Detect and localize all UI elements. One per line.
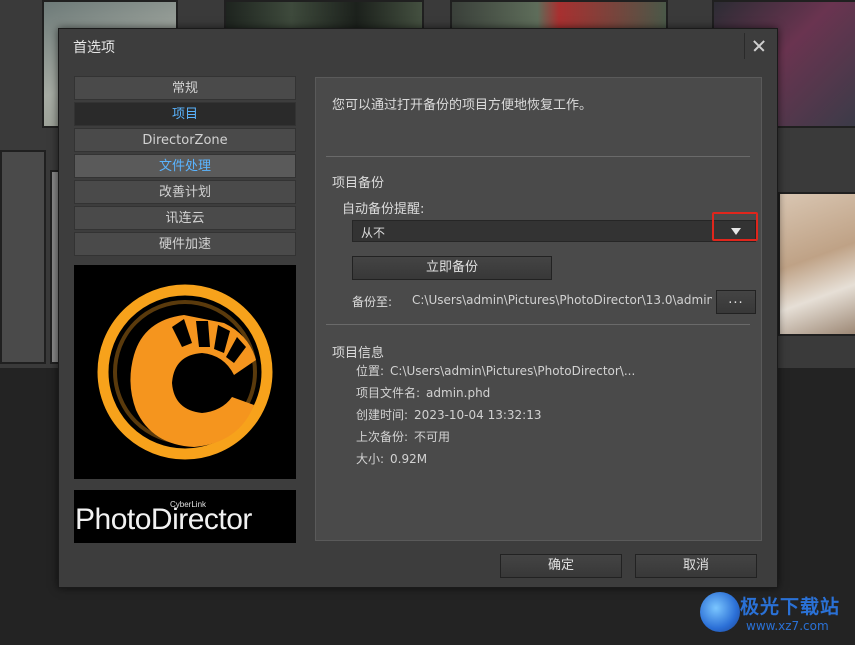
info-row-created: 创建时间: 2023-10-04 13:32:13 — [356, 406, 542, 423]
photodirector-wordmark: CyberLink PhotoDirector — [74, 490, 296, 543]
info-value: 2023-10-04 13:32:13 — [414, 408, 542, 422]
preferences-sidebar: 常规 项目 DirectorZone 文件处理 改善计划 讯连云 硬件加速 — [74, 76, 296, 258]
sidebar-item-directorzone[interactable]: DirectorZone — [74, 128, 296, 152]
cancel-button[interactable]: 取消 — [635, 554, 757, 578]
photo-thumbnail[interactable] — [0, 150, 46, 364]
auto-backup-select[interactable]: 从不 — [352, 220, 756, 242]
backup-path-value: C:\Users\admin\Pictures\PhotoDirector\13… — [412, 293, 712, 307]
sidebar-item-project[interactable]: 项目 — [74, 102, 296, 126]
dialog-title: 首选项 — [73, 40, 115, 56]
dialog-titlebar: 首选项 — [59, 29, 777, 61]
info-key: 上次备份: — [356, 430, 409, 444]
brand-big-text: PhotoDirector — [75, 503, 252, 536]
divider — [326, 324, 750, 325]
watermark-url: www.xz7.com — [746, 619, 829, 633]
info-value: admin.phd — [426, 386, 491, 400]
info-key: 创建时间: — [356, 408, 409, 422]
close-icon[interactable] — [744, 33, 771, 59]
panel-description: 您可以通过打开备份的项目方便地恢复工作。 — [332, 98, 593, 113]
info-value: 不可用 — [414, 430, 451, 444]
annotation-highlight-box — [712, 212, 758, 241]
info-key: 位置: — [356, 364, 385, 378]
backup-section-title: 项目备份 — [332, 176, 385, 191]
preferences-dialog: 首选项 常规 项目 DirectorZone 文件处理 改善计划 讯连云 硬件加… — [58, 28, 778, 588]
info-row-size: 大小: 0.92M — [356, 450, 427, 467]
auto-backup-label: 自动备份提醒: — [342, 202, 425, 217]
info-value: C:\Users\admin\Pictures\PhotoDirector\..… — [390, 364, 636, 378]
photo-thumbnail[interactable] — [778, 192, 855, 336]
sidebar-item-cyberlink-cloud[interactable]: 讯连云 — [74, 206, 296, 230]
watermark-title: 极光下载站 — [740, 596, 841, 618]
info-row-last-backup: 上次备份: 不可用 — [356, 428, 450, 445]
watermark-logo-icon — [700, 592, 740, 632]
divider — [326, 156, 750, 157]
browse-button[interactable]: ... — [716, 290, 756, 314]
sidebar-item-hardware-acceleration[interactable]: 硬件加速 — [74, 232, 296, 256]
info-value: 0.92M — [390, 452, 428, 466]
backup-now-button[interactable]: 立即备份 — [352, 256, 552, 280]
settings-panel: 您可以通过打开备份的项目方便地恢复工作。 项目备份 自动备份提醒: 从不 立即备… — [315, 77, 762, 541]
auto-backup-value: 从不 — [361, 226, 386, 240]
info-key: 项目文件名: — [356, 386, 421, 400]
site-watermark: 极光下载站 www.xz7.com — [700, 592, 850, 638]
sidebar-item-file-handling[interactable]: 文件处理 — [74, 154, 296, 178]
photodirector-logo-icon — [74, 265, 296, 479]
sidebar-item-general[interactable]: 常规 — [74, 76, 296, 100]
sidebar-item-improvement-program[interactable]: 改善计划 — [74, 180, 296, 204]
info-row-filename: 项目文件名: admin.phd — [356, 384, 490, 401]
info-key: 大小: — [356, 452, 385, 466]
info-section-title: 项目信息 — [332, 346, 385, 361]
info-row-location: 位置: C:\Users\admin\Pictures\PhotoDirector… — [356, 362, 635, 379]
backup-path-label: 备份至: — [352, 295, 393, 309]
ok-button[interactable]: 确定 — [500, 554, 622, 578]
